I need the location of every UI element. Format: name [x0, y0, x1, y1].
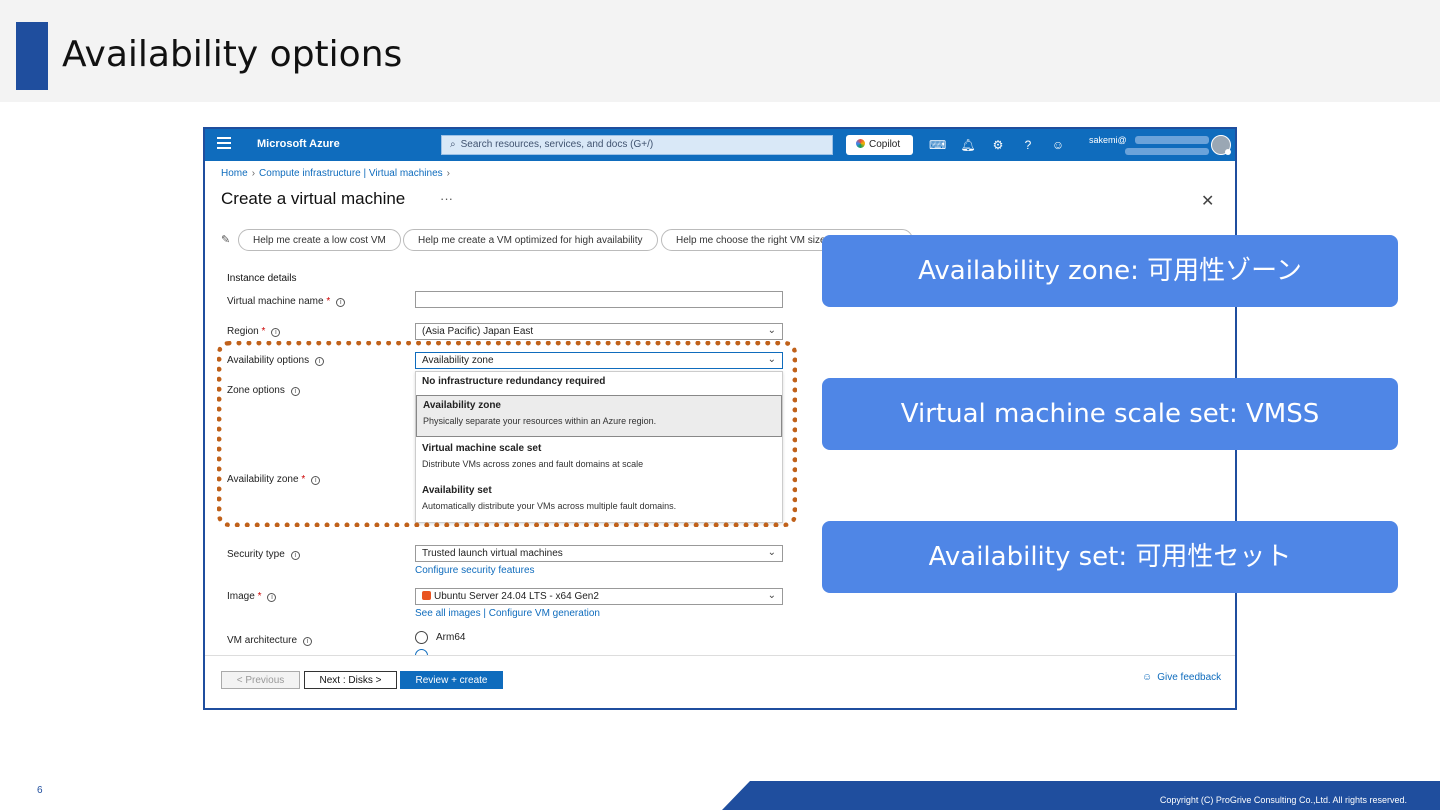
required-mark: *: [326, 296, 331, 307]
vm-architecture-label-text: VM architecture: [227, 635, 298, 646]
next-disks-button[interactable]: Next : Disks >: [304, 671, 397, 689]
security-type-select[interactable]: Trusted launch virtual machines ⌄: [415, 545, 783, 562]
configure-vm-generation-link[interactable]: Configure VM generation: [489, 608, 600, 619]
vm-name-input[interactable]: [415, 291, 783, 308]
user-name-blurred: [1135, 136, 1209, 144]
avatar[interactable]: [1211, 135, 1231, 155]
info-icon[interactable]: i: [290, 551, 300, 560]
image-links: See all images | Configure VM generation: [415, 608, 600, 619]
user-account[interactable]: sakemi@: [1089, 135, 1127, 145]
copilot-icon: [856, 139, 865, 148]
search-icon: ⌕: [450, 139, 456, 150]
give-feedback-link[interactable]: ☺ Give feedback: [1142, 672, 1221, 683]
chevron-down-icon: ⌄: [767, 325, 776, 336]
breadcrumb-home[interactable]: Home: [221, 168, 248, 179]
copilot-suggestion-icon: ✎: [221, 234, 231, 246]
page-number: 6: [37, 785, 43, 796]
configure-security-link[interactable]: Configure security features: [415, 565, 535, 576]
ubuntu-icon: [422, 591, 431, 600]
azure-topbar: Microsoft Azure ⌕ Search resources, servi…: [205, 129, 1235, 161]
security-type-label: Security type i: [227, 549, 300, 560]
review-create-button[interactable]: Review + create: [400, 671, 503, 689]
close-icon[interactable]: ✕: [1201, 191, 1214, 211]
feedback-icon[interactable]: ☺: [1050, 137, 1066, 153]
region-value: (Asia Pacific) Japan East: [422, 326, 534, 337]
slide: Availability options Microsoft Azure ⌕ Se…: [0, 0, 1440, 810]
vm-architecture-label: VM architecture i: [227, 635, 313, 646]
security-type-value: Trusted launch virtual machines: [422, 548, 563, 559]
see-all-images-link[interactable]: See all images: [415, 608, 481, 619]
required-mark: *: [257, 591, 262, 602]
image-value: Ubuntu Server 24.04 LTS - x64 Gen2: [434, 591, 599, 602]
region-label: Region * i: [227, 326, 281, 337]
info-icon[interactable]: i: [303, 637, 313, 646]
image-select[interactable]: Ubuntu Server 24.04 LTS - x64 Gen2 ⌄: [415, 588, 783, 605]
previous-button[interactable]: < Previous: [221, 671, 300, 689]
copyright-text: Copyright (C) ProGrive Consulting Co.,Lt…: [1159, 795, 1407, 805]
info-icon[interactable]: i: [271, 328, 281, 337]
copilot-label: Copilot: [869, 139, 901, 150]
slide-title: Availability options: [62, 34, 403, 75]
title-accent-bar: [16, 22, 48, 90]
suggestion-high-availability[interactable]: Help me create a VM optimized for high a…: [403, 229, 658, 251]
info-icon[interactable]: i: [336, 298, 346, 307]
page-title: Create a virtual machine: [221, 189, 406, 208]
radio-arm64-label: Arm64: [436, 632, 466, 643]
notifications-icon[interactable]: 🔔︎: [960, 137, 976, 153]
security-type-label-text: Security type: [227, 549, 285, 560]
search-placeholder: Search resources, services, and docs (G+…: [460, 139, 654, 150]
search-input[interactable]: ⌕ Search resources, services, and docs (G…: [441, 135, 833, 155]
region-label-text: Region: [227, 326, 259, 337]
cloud-shell-icon[interactable]: ⌨: [929, 137, 946, 153]
help-icon[interactable]: ?: [1020, 137, 1036, 153]
suggestion-low-cost[interactable]: Help me create a low cost VM: [238, 229, 401, 251]
user-directory-blurred: [1125, 148, 1209, 155]
azure-brand[interactable]: Microsoft Azure: [257, 138, 340, 150]
instance-details-heading: Instance details: [227, 273, 297, 284]
more-options-button[interactable]: ···: [440, 191, 453, 206]
copilot-button[interactable]: Copilot: [846, 135, 913, 155]
breadcrumb-virtual-machines[interactable]: Compute infrastructure | Virtual machine…: [259, 168, 443, 179]
menu-icon[interactable]: [217, 137, 231, 151]
feedback-icon: ☺: [1142, 672, 1153, 683]
callout-vmss: Virtual machine scale set: VMSS: [822, 378, 1398, 450]
info-icon[interactable]: i: [267, 593, 277, 602]
chevron-down-icon: ⌄: [767, 590, 776, 601]
callout-availability-set: Availability set: 可用性セット: [822, 521, 1398, 593]
settings-gear-icon[interactable]: ⚙: [990, 137, 1006, 153]
link-separator: |: [483, 608, 486, 619]
chevron-down-icon: ⌄: [767, 547, 776, 558]
chevron-right-icon: ›: [251, 168, 256, 179]
callout-availability-zone: Availability zone: 可用性ゾーン: [822, 235, 1398, 307]
vm-name-label-text: Virtual machine name: [227, 296, 324, 307]
image-label: Image * i: [227, 591, 277, 602]
breadcrumb: Home › Compute infrastructure | Virtual ma…: [221, 168, 454, 179]
region-select[interactable]: (Asia Pacific) Japan East ⌄: [415, 323, 783, 340]
required-mark: *: [261, 326, 266, 337]
vm-name-label: Virtual machine name * i: [227, 296, 346, 307]
image-label-text: Image: [227, 591, 255, 602]
give-feedback-label: Give feedback: [1157, 672, 1222, 683]
chevron-right-icon: ›: [446, 168, 450, 179]
highlight-dotted-frame: [217, 341, 797, 527]
radio-arm64[interactable]: [415, 631, 428, 644]
